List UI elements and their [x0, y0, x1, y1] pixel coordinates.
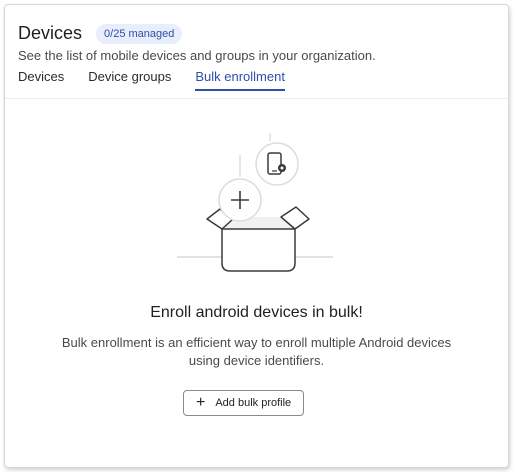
page-header: Devices 0/25 managed See the list of mob…: [5, 5, 508, 99]
bulk-enrollment-illustration: [177, 133, 333, 272]
tab-bulk-enrollment[interactable]: Bulk enrollment: [195, 69, 285, 91]
phone-settings-icon: [255, 142, 299, 186]
add-bulk-profile-button[interactable]: + Add bulk profile: [183, 390, 305, 416]
title-row: Devices 0/25 managed: [18, 23, 183, 44]
tab-bar: Devices Device groups Bulk enrollment: [18, 69, 309, 91]
managed-count-badge: 0/25 managed: [96, 23, 183, 44]
tab-devices[interactable]: Devices: [18, 69, 64, 91]
empty-state-description: Bulk enrollment is an efficient way to e…: [61, 335, 452, 368]
tab-device-groups[interactable]: Device groups: [88, 69, 171, 91]
add-bulk-profile-label: Add bulk profile: [215, 397, 292, 409]
box-icon: [221, 228, 296, 272]
page-title: Devices: [18, 23, 83, 43]
page-subtitle: See the list of mobile devices and group…: [18, 48, 376, 63]
plus-circle-icon: [218, 178, 262, 222]
devices-panel: Devices 0/25 managed See the list of mob…: [4, 4, 509, 468]
empty-state-title: Enroll android devices in bulk!: [150, 304, 363, 321]
plus-icon: +: [196, 394, 206, 411]
